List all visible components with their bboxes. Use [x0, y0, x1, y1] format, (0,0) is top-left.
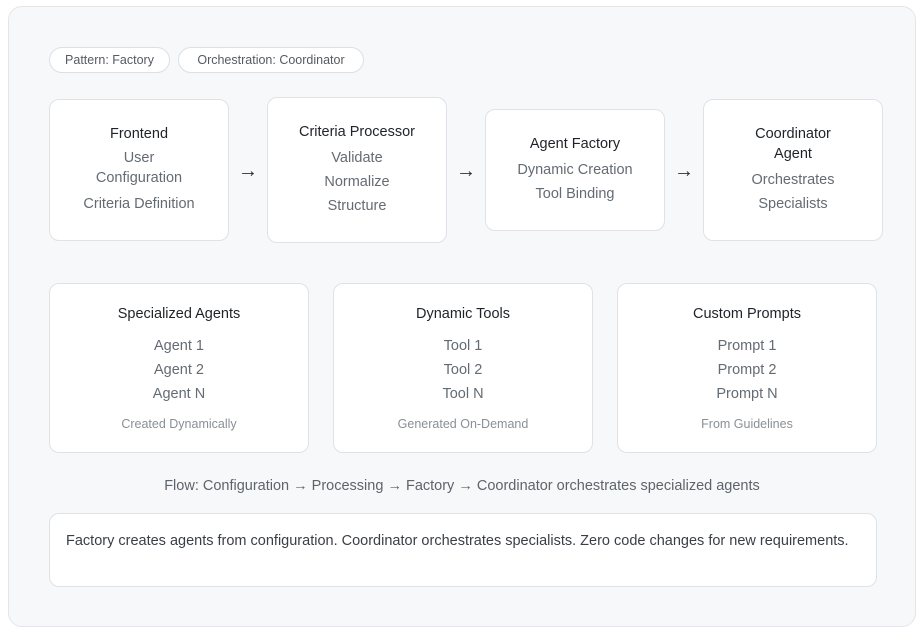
frontend-box: Frontend User Configuration Criteria Def… [49, 99, 229, 241]
custom-prompts-item: Prompt 2 [717, 362, 777, 378]
frontend-line-user-configuration: User Configuration [95, 150, 183, 186]
custom-prompts-item: Prompt 1 [717, 338, 777, 354]
specialized-agents-title: Specialized Agents [117, 306, 241, 322]
custom-prompts-item: Prompt N [716, 386, 778, 402]
custom-prompts-note: From Guidelines [701, 417, 793, 431]
coordinator-agent-title: Coordinator Agent [755, 126, 831, 162]
agent-factory-title: Agent Factory [529, 136, 621, 152]
criteria-processor-line-structure: Structure [327, 198, 387, 214]
dynamic-tools-item: Tool 2 [443, 362, 483, 378]
arrow-icon: → [238, 160, 258, 182]
dynamic-tools-box: Dynamic Tools Tool 1 Tool 2 Tool N Gener… [333, 283, 593, 453]
flow-caption: Flow: Configuration → Processing → Facto… [164, 478, 760, 494]
criteria-processor-line-normalize: Normalize [324, 174, 390, 190]
pattern-tag: Pattern: Factory [49, 47, 170, 73]
dynamic-tools-title: Dynamic Tools [415, 306, 511, 322]
dynamic-tools-note: Generated On-Demand [397, 417, 529, 431]
criteria-processor-line-validate: Validate [331, 150, 383, 166]
frontend-line-criteria-definition: Criteria Definition [83, 196, 195, 212]
summary-box: Factory creates agents from configuratio… [49, 513, 877, 587]
summary-text: Factory creates agents from configuratio… [66, 533, 849, 549]
dynamic-tools-item: Tool N [442, 386, 484, 402]
arrow-icon: → [456, 160, 476, 182]
dynamic-tools-item: Tool 1 [443, 338, 483, 354]
specialized-agents-item: Agent 2 [154, 362, 204, 378]
coordinator-agent-line-specialists: Specialists [758, 196, 828, 212]
agent-factory-box: Agent Factory Dynamic Creation Tool Bind… [485, 109, 665, 231]
criteria-processor-title: Criteria Processor [298, 124, 416, 140]
coordinator-agent-line-orchestrates: Orchestrates [751, 172, 835, 188]
criteria-processor-box: Criteria Processor Validate Normalize St… [267, 97, 447, 243]
orchestration-tag: Orchestration: Coordinator [178, 47, 364, 73]
frontend-title: Frontend [109, 126, 169, 142]
agent-factory-line-tool-binding: Tool Binding [535, 186, 615, 202]
coordinator-agent-box: Coordinator Agent Orchestrates Specialis… [703, 99, 883, 241]
arrow-icon: → [674, 160, 694, 182]
custom-prompts-box: Custom Prompts Prompt 1 Prompt 2 Prompt … [617, 283, 877, 453]
specialized-agents-box: Specialized Agents Agent 1 Agent 2 Agent… [49, 283, 309, 453]
agent-factory-line-dynamic-creation: Dynamic Creation [517, 162, 633, 178]
specialized-agents-note: Created Dynamically [121, 417, 237, 431]
specialized-agents-item: Agent N [152, 386, 206, 402]
specialized-agents-item: Agent 1 [154, 338, 204, 354]
custom-prompts-title: Custom Prompts [693, 306, 801, 322]
